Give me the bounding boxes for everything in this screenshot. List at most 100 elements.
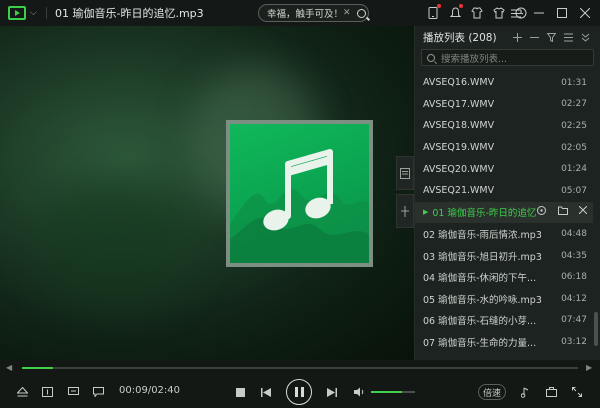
item-duration: 04:12 (561, 293, 587, 304)
search-box[interactable]: 幸福，触手可及！ ✕ (258, 4, 369, 22)
list-item[interactable]: AVSEQ16.WMV 01:31 (415, 72, 593, 94)
seek-back-arrow-icon[interactable]: ◀ (6, 363, 12, 372)
delete-icon[interactable] (578, 206, 588, 218)
item-name: AVSEQ20.WMV (423, 163, 495, 175)
side-tabs (396, 156, 414, 232)
notification-dot (437, 4, 441, 8)
pause-bar-icon (300, 387, 304, 397)
subtitle-icon[interactable] (39, 376, 55, 408)
volume-slider[interactable] (371, 391, 415, 393)
album-cover (226, 120, 373, 267)
item-name: AVSEQ16.WMV (423, 77, 495, 89)
list-item[interactable]: AVSEQ21.WMV 05:07 (415, 180, 593, 202)
seek-bar-area: ◀ ▶ (0, 360, 600, 376)
stop-icon[interactable] (233, 376, 247, 408)
pause-bar-icon (294, 387, 298, 397)
list-item-playing[interactable]: ▶ 01 瑜伽音乐-昨日的追忆... (415, 201, 593, 224)
toolbox-icon[interactable] (543, 376, 559, 408)
scrollbar-thumb[interactable] (594, 312, 598, 346)
list-item[interactable]: AVSEQ20.WMV 01:24 (415, 158, 593, 180)
seek-forward-arrow-icon[interactable]: ▶ (586, 363, 592, 372)
time-display: 00:09/02:40 (119, 385, 181, 396)
eject-icon[interactable] (14, 376, 30, 408)
item-duration: 04:35 (561, 250, 587, 261)
playlist-panel: 播放列表 (208) 搜索播放列表... AVSEQ16.WMV 01:31 AV… (414, 26, 600, 360)
search-icon (427, 53, 435, 62)
pin-tab-icon[interactable] (396, 194, 414, 228)
list-item[interactable]: 05 瑜伽音乐-水的吟咏.mp3 04:12 (415, 288, 593, 310)
window-title: 01 瑜伽音乐-昨日的追忆.mp3 (55, 7, 204, 20)
seek-progress (22, 367, 54, 369)
skin-icon[interactable] (466, 5, 488, 21)
list-item[interactable]: AVSEQ19.WMV 02:05 (415, 137, 593, 159)
item-actions (537, 206, 593, 218)
item-duration: 01:24 (561, 164, 587, 175)
maximize-icon[interactable] (550, 4, 573, 22)
item-duration: 07:47 (561, 315, 587, 326)
item-name: AVSEQ21.WMV (423, 185, 495, 197)
item-name: 05 瑜伽音乐-水的吟咏.mp3 (423, 294, 542, 306)
item-name: 01 瑜伽音乐-昨日的追忆... (432, 208, 537, 220)
item-duration: 06:18 (561, 272, 587, 283)
item-duration: 04:48 (561, 228, 587, 239)
window-controls (504, 4, 596, 22)
menu-icon[interactable] (504, 4, 527, 22)
item-duration: 03:12 (561, 336, 587, 347)
background-shadow (40, 176, 190, 306)
chat-icon[interactable] (90, 376, 106, 408)
item-name: 03 瑜伽音乐-旭日初升.mp3 (423, 251, 542, 263)
playlist-scrollbar[interactable] (594, 72, 598, 354)
playlist-search-field[interactable]: 搜索播放列表... (421, 49, 594, 66)
info-icon[interactable] (537, 206, 546, 218)
item-name: AVSEQ19.WMV (423, 142, 495, 154)
screen-cast-icon[interactable] (65, 376, 81, 408)
list-item[interactable]: 06 瑜伽音乐-石缝的小芽... 07:47 (415, 310, 593, 332)
bell-icon[interactable] (444, 4, 466, 21)
minimize-icon[interactable] (527, 4, 550, 22)
search-input[interactable]: 幸福，触手可及！ (267, 6, 343, 20)
volume-level (371, 391, 402, 393)
collapse-icon[interactable] (577, 30, 594, 44)
speed-button[interactable]: 倍速 (478, 384, 506, 400)
list-mode-icon[interactable] (560, 30, 577, 44)
list-item[interactable]: 04 瑜伽音乐-休闲的下午... 06:18 (415, 266, 593, 288)
music-note-icon (230, 124, 369, 263)
notification-dot (459, 4, 463, 8)
player-logo-icon[interactable] (8, 6, 26, 20)
fullscreen-icon[interactable] (569, 376, 585, 408)
divider (46, 7, 47, 19)
lyrics-tab-icon[interactable] (396, 156, 414, 190)
control-bar: 00:09/02:40 倍速 (0, 376, 600, 408)
filter-icon[interactable] (543, 30, 560, 44)
item-duration: 02:25 (561, 120, 587, 131)
previous-icon[interactable] (259, 376, 273, 408)
list-item[interactable]: 07 瑜伽音乐-生命的力量... 03:12 (415, 331, 593, 353)
close-icon[interactable] (573, 4, 596, 22)
list-item[interactable]: AVSEQ18.WMV 02:25 (415, 115, 593, 137)
add-icon[interactable] (509, 30, 526, 44)
item-name: 04 瑜伽音乐-休闲的下午... (423, 273, 537, 285)
phone-icon[interactable] (422, 4, 444, 21)
list-item[interactable]: 03 瑜伽音乐-旭日初升.mp3 04:35 (415, 245, 593, 267)
next-icon[interactable] (325, 376, 339, 408)
seek-bar[interactable] (22, 367, 578, 369)
volume-icon[interactable] (352, 376, 366, 408)
list-item[interactable]: AVSEQ17.WMV 02:27 (415, 94, 593, 116)
audio-track-icon[interactable] (518, 376, 534, 408)
item-duration: 01:31 (561, 77, 587, 88)
pause-button[interactable] (286, 379, 312, 405)
list-item[interactable]: 02 瑜伽音乐-雨后情浓.mp3 04:48 (415, 223, 593, 245)
remove-icon[interactable] (526, 30, 543, 44)
clear-icon[interactable]: ✕ (343, 8, 353, 18)
chevron-down-icon[interactable]: ⌵ (30, 8, 40, 18)
item-name: AVSEQ18.WMV (423, 120, 495, 132)
item-duration: 05:07 (561, 185, 587, 196)
item-name: 07 瑜伽音乐-生命的力量... (423, 337, 537, 349)
folder-icon[interactable] (557, 206, 568, 218)
item-name: AVSEQ17.WMV (423, 98, 495, 110)
playing-indicator-icon: ▶ (423, 208, 429, 217)
playlist-list: AVSEQ16.WMV 01:31 AVSEQ17.WMV 02:27 AVSEQ1… (415, 72, 593, 353)
video-area[interactable] (0, 26, 414, 360)
item-duration: 02:05 (561, 142, 587, 153)
search-icon[interactable] (357, 8, 366, 18)
